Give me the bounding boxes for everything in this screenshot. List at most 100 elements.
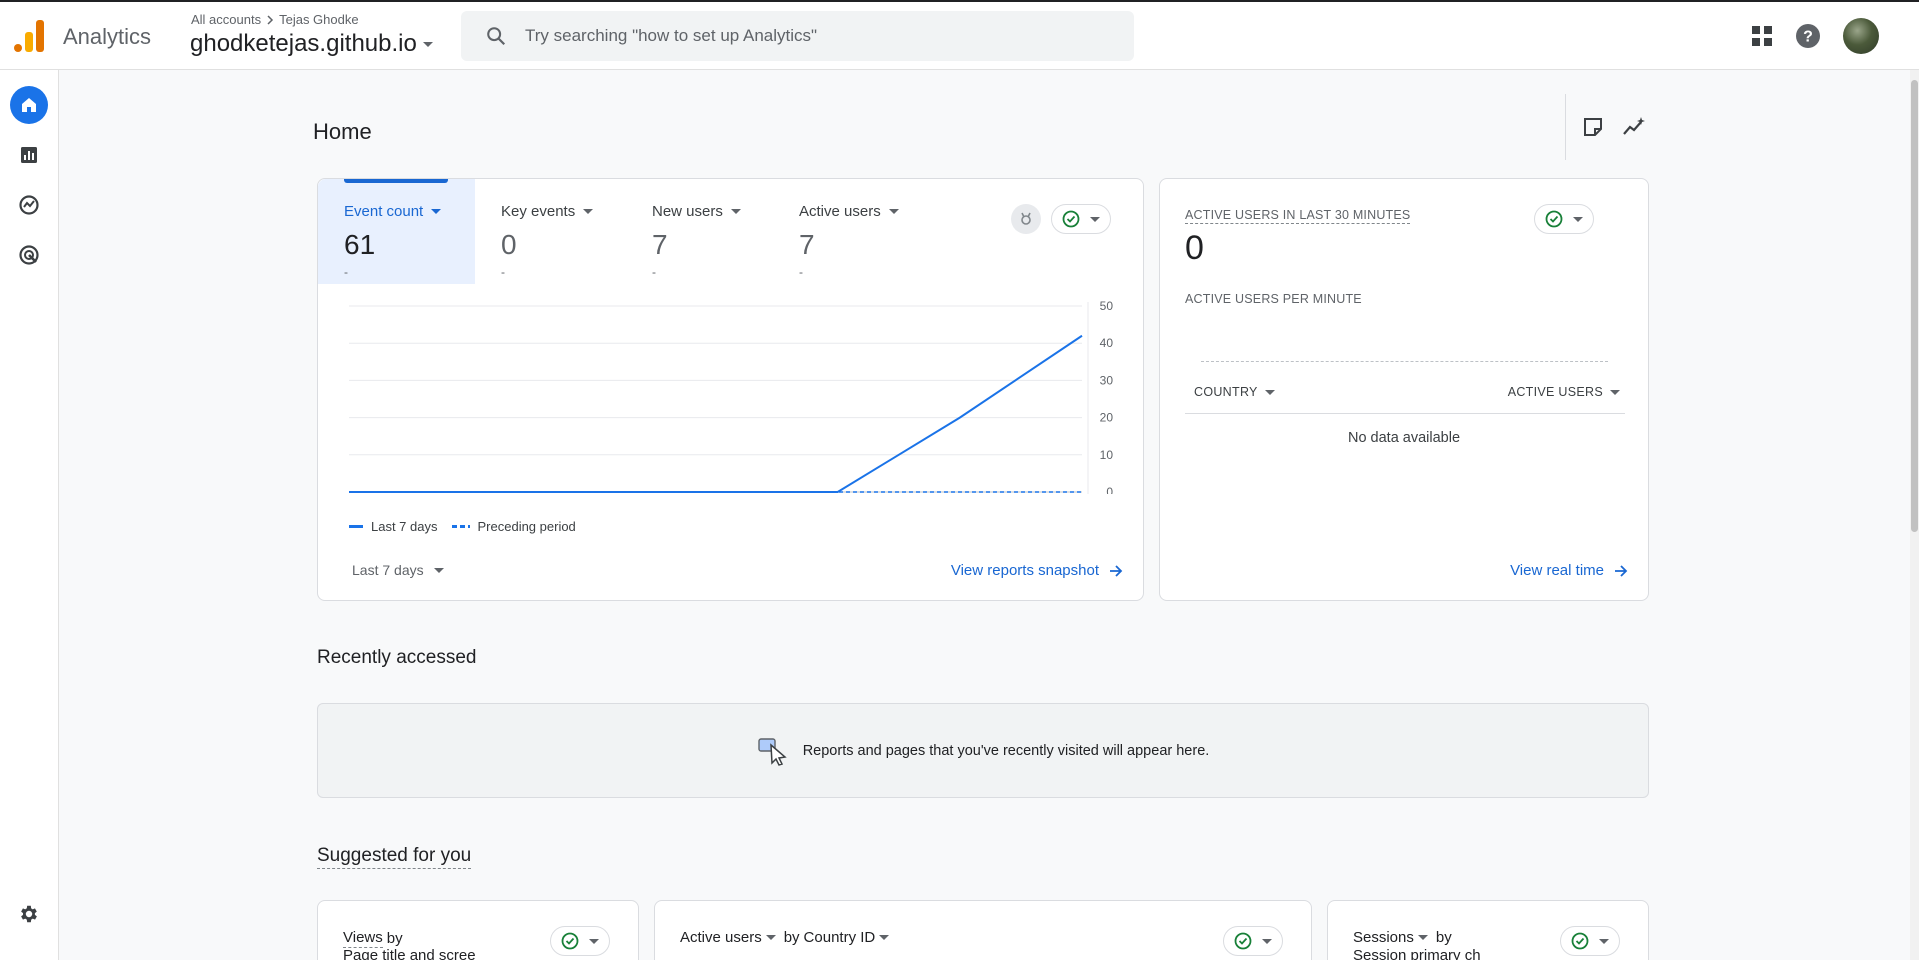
date-range-selector[interactable]: Last 7 days — [352, 562, 444, 578]
caret-down-icon — [1264, 389, 1275, 395]
nav-home[interactable] — [10, 86, 48, 124]
advertising-icon — [19, 245, 39, 265]
legend-previous: Preceding period — [477, 519, 576, 534]
chart-legend: Last 7 days Preceding period — [349, 519, 576, 534]
breadcrumb-root[interactable]: All accounts — [191, 12, 261, 27]
active-users-column-header[interactable]: ACTIVE USERS — [1508, 385, 1620, 399]
metric-label: New users — [652, 203, 741, 220]
nav-reports[interactable] — [10, 136, 48, 174]
apps-grid-icon[interactable] — [1751, 25, 1773, 47]
view-real-time-link[interactable]: View real time — [1510, 562, 1628, 579]
dimension-name[interactable]: Country ID — [804, 928, 876, 947]
recently-accessed-panel: Reports and pages that you've recently v… — [317, 703, 1649, 798]
metric-delta: - — [799, 265, 803, 279]
caret-down-icon — [422, 41, 433, 47]
notes-icon[interactable] — [1582, 116, 1604, 138]
avatar[interactable] — [1843, 18, 1879, 54]
top-actions: ? — [1751, 18, 1879, 54]
metric-tab-active-users[interactable]: Active users 7 - — [773, 179, 933, 284]
legend-swatch-previous — [451, 525, 470, 528]
metric-value: 61 — [344, 229, 376, 260]
metric-label: Active users — [799, 203, 899, 220]
left-nav — [0, 70, 59, 960]
data-quality-chip[interactable] — [1051, 204, 1111, 234]
caret-down-icon — [879, 935, 890, 940]
metric-label: Event count — [344, 203, 442, 220]
settings-icon — [21, 905, 37, 923]
data-quality-chip[interactable] — [550, 926, 610, 956]
suggested-card-active-users[interactable]: Active users by Country ID — [654, 900, 1312, 960]
breadcrumb-account[interactable]: Tejas Ghodke — [279, 12, 359, 27]
legend-swatch-current — [349, 525, 363, 528]
insights-icon[interactable] — [1622, 116, 1646, 138]
y-tick-label: 10 — [1100, 448, 1114, 462]
suggested-title[interactable]: Suggested for you — [317, 845, 472, 869]
by-label: by — [1435, 929, 1452, 946]
caret-down-icon — [433, 567, 444, 573]
y-tick-label: 40 — [1100, 336, 1114, 350]
check-circle-icon — [561, 932, 579, 950]
link-label: View real time — [1510, 562, 1604, 579]
arrow-right-icon — [1110, 564, 1123, 577]
check-circle-icon — [1062, 210, 1080, 228]
check-circle-icon — [1234, 932, 1252, 950]
metric-name[interactable]: Active users — [680, 928, 762, 947]
suggested-card-sessions[interactable]: Sessions by Session primary ch — [1327, 900, 1649, 960]
chevron-right-icon — [267, 14, 274, 25]
data-quality-chip[interactable] — [1223, 926, 1283, 956]
metric-tab-event-count[interactable]: Event count 61 - — [318, 179, 475, 284]
legend-current: Last 7 days — [371, 519, 438, 534]
data-quality-chip[interactable] — [1560, 926, 1620, 956]
cursor-click-icon — [758, 737, 787, 766]
series-line-current — [349, 334, 1083, 493]
realtime-heading[interactable]: ACTIVE USERS IN LAST 30 MINUTES — [1185, 208, 1411, 224]
empty-state-text: No data available — [1347, 430, 1461, 446]
analytics-logo[interactable] — [14, 20, 44, 52]
caret-down-icon — [888, 209, 899, 214]
suggested-card-views[interactable]: Views by Page title and scree — [317, 900, 639, 960]
search-input[interactable] — [525, 26, 1085, 46]
data-quality-chip[interactable] — [1534, 204, 1594, 234]
per-minute-label: ACTIVE USERS PER MINUTE — [1185, 292, 1362, 306]
property-name: ghodketejas.github.io — [190, 30, 417, 57]
metric-tab-new-users[interactable]: New users 7 - — [626, 179, 773, 284]
caret-down-icon — [1610, 389, 1620, 395]
caret-down-icon — [765, 935, 776, 940]
y-tick-label: 30 — [1100, 373, 1114, 387]
y-tick-label: 0 — [1106, 485, 1113, 494]
caret-down-icon — [583, 209, 594, 214]
nav-settings[interactable] — [10, 895, 48, 933]
property-selector[interactable]: ghodketejas.github.io — [190, 30, 433, 58]
caret-down-icon — [431, 209, 442, 214]
help-icon[interactable]: ? — [1795, 23, 1821, 49]
reports-icon — [21, 147, 37, 163]
top-bar: Analytics All accounts Tejas Ghodke ghod… — [0, 2, 1919, 70]
home-icon — [22, 98, 36, 112]
country-column-header[interactable]: COUNTRY — [1194, 385, 1275, 399]
breadcrumb[interactable]: All accounts Tejas Ghodke — [191, 12, 359, 27]
by-label: by — [783, 929, 800, 946]
active-tab-indicator — [344, 179, 448, 183]
caret-down-icon — [1599, 938, 1609, 944]
nav-advertising[interactable] — [10, 236, 48, 274]
explore-icon — [19, 195, 39, 215]
caret-down-icon — [730, 209, 741, 214]
view-reports-snapshot-link[interactable]: View reports snapshot — [951, 562, 1123, 579]
metric-delta: - — [344, 265, 348, 279]
metric-name[interactable]: Sessions — [1353, 928, 1414, 947]
search-bar[interactable] — [461, 11, 1134, 61]
per-minute-chart-baseline — [1201, 361, 1608, 362]
check-circle-icon — [1545, 210, 1563, 228]
date-range-label: Last 7 days — [352, 562, 424, 578]
nav-explore[interactable] — [10, 186, 48, 224]
svg-text:?: ? — [1803, 29, 1813, 46]
anomaly-button[interactable] — [1011, 204, 1041, 234]
dimension-name[interactable]: Session primary ch — [1353, 947, 1481, 960]
realtime-card: ACTIVE USERS IN LAST 30 MINUTES 0 ACTIVE… — [1159, 178, 1649, 601]
y-tick-label: 20 — [1100, 411, 1114, 425]
page-scrollbar[interactable] — [1910, 70, 1919, 960]
page-title: Home — [313, 119, 372, 144]
metric-tab-key-events[interactable]: Key events 0 - — [475, 179, 626, 284]
scrollbar-thumb[interactable] — [1911, 80, 1918, 532]
by-label: by — [386, 929, 403, 947]
